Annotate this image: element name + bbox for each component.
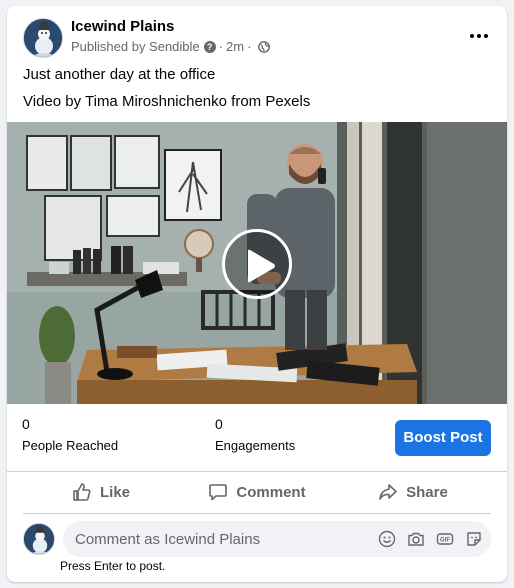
thumbs-up-icon xyxy=(73,483,91,501)
post-actions: Like Comment Share xyxy=(23,476,491,508)
page-name[interactable]: Icewind Plains xyxy=(71,18,174,35)
comment-tools: GIF xyxy=(367,530,483,548)
composer-hint: Press Enter to post. xyxy=(60,559,166,573)
people-reached-value: 0 xyxy=(22,416,30,432)
comment-button[interactable]: Comment xyxy=(179,476,335,508)
play-icon xyxy=(248,249,275,283)
insights-bar: 0 People Reached 0 Engagements Boost Pos… xyxy=(7,404,507,472)
meta-separator: · xyxy=(218,39,223,54)
people-reached-label: People Reached xyxy=(22,438,119,453)
engagements-stat: 0 Engagements xyxy=(215,416,295,453)
comment-label: Comment xyxy=(236,483,306,501)
sticker-icon[interactable] xyxy=(465,530,483,548)
like-label: Like xyxy=(99,483,130,501)
comment-placeholder: Comment as Icewind Plains xyxy=(75,531,261,548)
meta-separator: · xyxy=(247,39,252,54)
page-avatar[interactable] xyxy=(23,18,63,58)
emoji-icon[interactable] xyxy=(378,530,396,548)
post-card: Icewind Plains Published by Sendible ? ·… xyxy=(7,6,507,582)
like-button[interactable]: Like xyxy=(23,476,179,508)
gif-icon[interactable]: GIF xyxy=(436,530,454,548)
commenter-avatar[interactable] xyxy=(23,523,55,555)
published-by: Published by Sendible xyxy=(71,39,200,54)
comment-composer: Comment as Icewind Plains GIF xyxy=(23,520,491,558)
share-icon xyxy=(379,484,397,500)
comment-input[interactable]: Comment as Icewind Plains GIF xyxy=(63,521,491,557)
globe-icon xyxy=(258,40,271,53)
engagements-label: Engagements xyxy=(215,438,296,453)
boost-post-button[interactable]: Boost Post xyxy=(395,420,491,456)
comment-icon xyxy=(209,484,228,501)
camera-icon[interactable] xyxy=(407,530,425,548)
divider xyxy=(23,513,491,514)
help-icon[interactable]: ? xyxy=(203,40,216,53)
post-caption: Just another day at the office xyxy=(23,66,216,83)
post-meta: Published by Sendible ? · 2m · xyxy=(71,39,271,54)
play-button[interactable] xyxy=(222,229,292,299)
post-credit: Video by Tima Miroshnichenko from Pexels xyxy=(23,93,311,110)
video-player[interactable] xyxy=(7,122,507,404)
post-time[interactable]: 2m xyxy=(226,39,244,54)
share-label: Share xyxy=(406,483,448,501)
engagements-value: 0 xyxy=(215,416,223,432)
people-reached-stat: 0 People Reached xyxy=(22,416,118,453)
svg-text:GIF: GIF xyxy=(440,538,450,544)
post-header: Icewind Plains Published by Sendible ? ·… xyxy=(23,18,493,58)
divider xyxy=(7,471,507,472)
more-options-icon[interactable] xyxy=(465,26,493,46)
share-button[interactable]: Share xyxy=(335,476,491,508)
